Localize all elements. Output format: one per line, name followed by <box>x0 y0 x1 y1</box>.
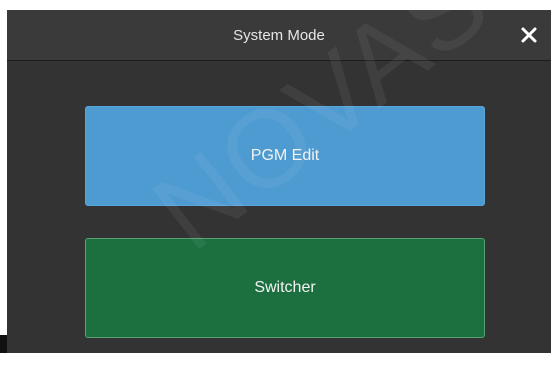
background-edge <box>0 335 7 353</box>
dialog-body: PGM Edit Switcher <box>7 61 551 353</box>
dialog-title: System Mode <box>233 27 325 44</box>
switcher-label: Switcher <box>254 279 316 296</box>
pgm-edit-button[interactable]: PGM Edit <box>85 106 485 206</box>
switcher-button[interactable]: Switcher <box>85 238 485 338</box>
close-icon <box>521 27 537 43</box>
system-mode-dialog: System Mode PGM Edit Switcher <box>7 10 551 353</box>
dialog-titlebar: System Mode <box>7 10 551 61</box>
close-button[interactable] <box>517 23 541 47</box>
pgm-edit-label: PGM Edit <box>250 147 320 164</box>
